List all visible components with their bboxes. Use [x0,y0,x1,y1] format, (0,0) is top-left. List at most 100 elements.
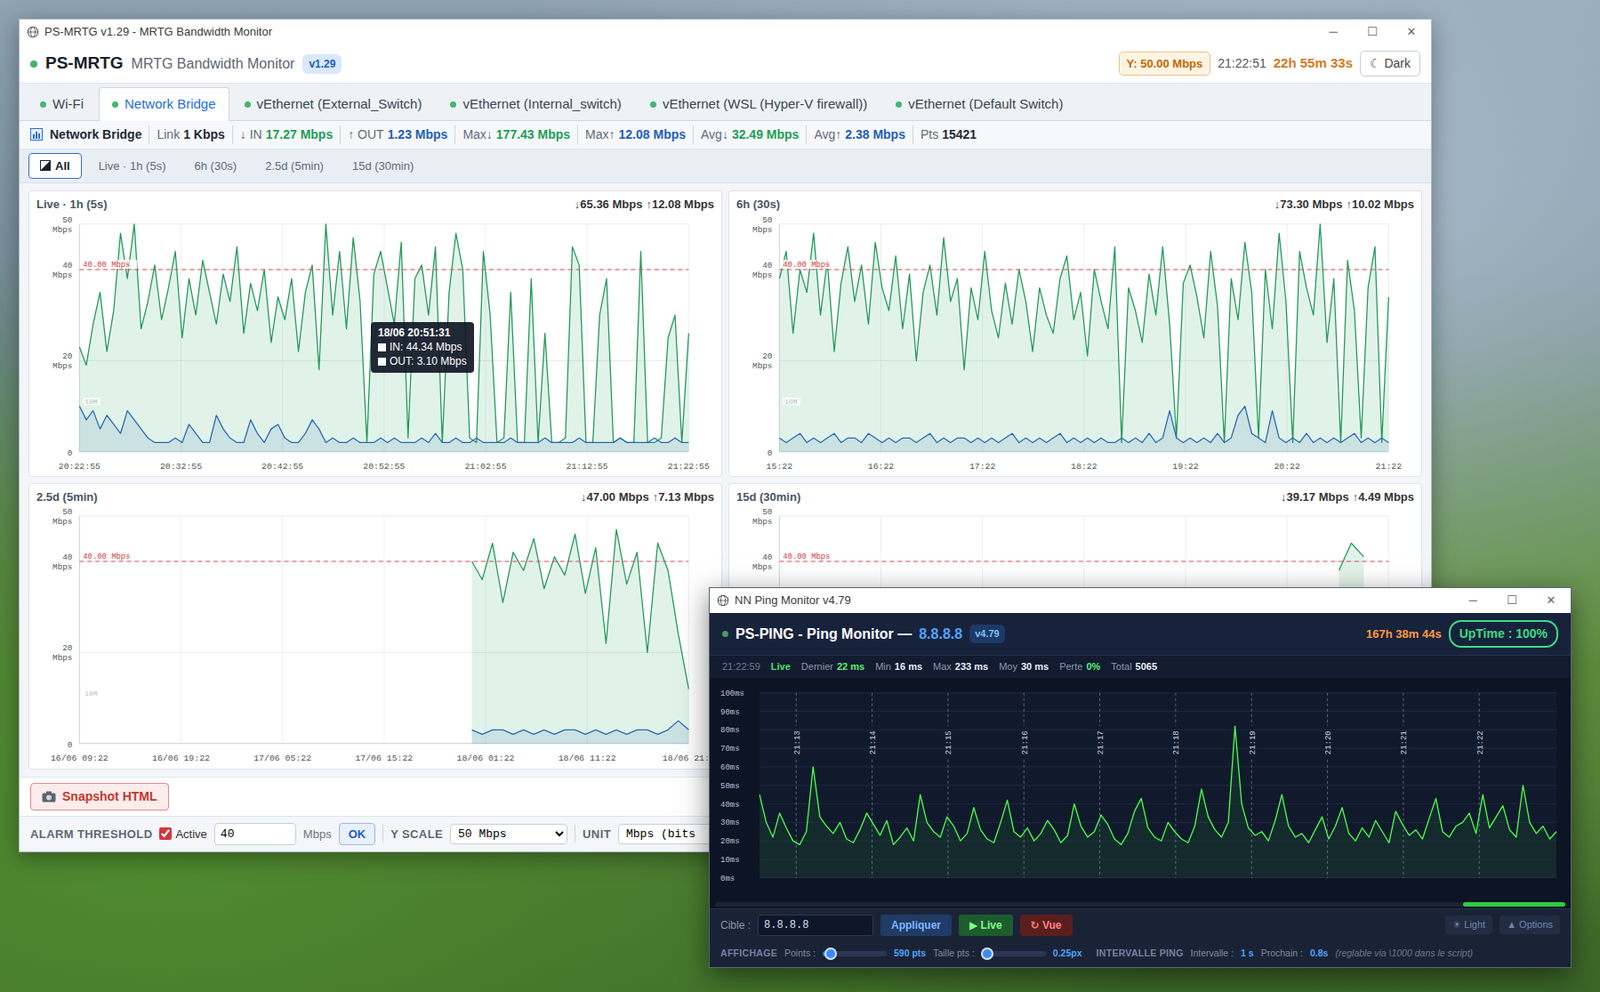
elapsed-time: 167h 38m 44s [1366,625,1442,644]
snapshot-button[interactable]: Snapshot HTML [30,782,169,811]
view-button[interactable]: 15d (30min) [340,152,426,180]
maximize-button[interactable]: ☐ [1492,587,1532,613]
minimize-button[interactable]: ─ [1313,19,1353,45]
status-dot [722,630,729,637]
minute-marker [1402,691,1404,725]
target-host: 8.8.8.8 [918,623,963,645]
minute-marker [947,691,949,725]
y-tick-label: 50 [62,214,73,225]
view-label: 6h (30s) [194,157,238,176]
history-scrollbar[interactable] [709,900,1571,909]
stat-value: 17.27 Mbps [265,125,333,145]
stat-item: ↓ IN17.27 Mbps [232,125,333,145]
desktop: PS-MRTG v1.29 - MRTG Bandwidth Monitor ─… [0,0,1600,992]
maximize-button[interactable]: ☐ [1352,19,1392,45]
y-tick-label: 40 [62,552,73,563]
threshold-line [779,561,1389,563]
app-title: PS-PING - Ping Monitor — [735,623,912,645]
x-tick-label: 18:22 [1070,461,1098,472]
points-slider[interactable] [822,950,887,957]
stats-bar: 21:22:59 Live Dernier22 msMin16 msMax233… [709,655,1571,678]
status-dot [895,101,902,108]
y-tick-label: 10ms [720,854,740,864]
in-series-line [1338,543,1364,571]
chart-peaks: ↓65.36 Mbps↑12.08 Mbps [574,195,715,214]
y-tick-label: 40 [762,552,773,563]
minimize-button[interactable]: ─ [1453,587,1493,613]
target-input[interactable] [757,914,874,936]
live-button[interactable]: ▶ Live [958,914,1014,936]
view-button[interactable]: 2.5d (5min) [253,152,336,180]
in-series-area [79,223,689,451]
view-label: Live · 1h (5s) [98,157,167,176]
view-button[interactable]: All [28,152,82,180]
app-header: PS-PING - Ping Monitor — 8.8.8.8 v4.79 1… [709,612,1571,656]
threshold-line [79,268,689,270]
interface-tab[interactable]: vEthernet (Internal_switch) [436,87,635,121]
interface-tab[interactable]: Network Bridge [98,87,230,121]
x-tick-label: 20:22 [1273,461,1301,472]
y-scale-select[interactable]: 50 Mbps [450,823,568,845]
y-tick-label: 40ms [720,799,740,809]
minute-label: 21:15 [944,730,954,755]
y-tick-label: 60ms [720,762,740,772]
next-value: 0.8s [1310,946,1328,961]
minute-marker [871,691,873,725]
stat-value: 0% [1085,659,1101,675]
theme-button[interactable]: ☾ Dark [1359,50,1421,77]
interface-tab[interactable]: vEthernet (WSL (Hyper-V firewall)) [636,87,881,121]
minute-marker [1251,691,1253,725]
minute-marker [1326,691,1328,725]
view-button[interactable]: Live · 1h (5s) [87,152,178,180]
view-button[interactable]: ↻ Vue [1020,914,1073,936]
active-checkbox[interactable] [159,827,172,840]
stat-item: Max↑12.08 Mbps [577,125,686,145]
minute-marker [795,691,797,725]
threshold-input[interactable] [214,822,297,846]
stat-label: Min [875,659,892,675]
stat-item: Total5065 [1110,659,1158,675]
light-button[interactable]: ☀ Light [1445,915,1493,934]
tab-label: vEthernet (Internal_switch) [462,94,621,115]
interface-tab[interactable]: vEthernet (External_Switch) [231,87,436,121]
view-button[interactable]: 6h (30s) [183,152,250,180]
chart-title: Live · 1h (5s) [36,195,107,214]
scroll-thumb[interactable] [1463,901,1566,907]
stat-item: Avg↑2.38 Mbps [805,125,906,145]
unit-label: UNIT [582,825,612,844]
stat-label: Moy [998,659,1018,675]
bandwidth-chart: 40.00 Mbps10M50Mbps40Mbps20Mbps016/06 09… [29,505,722,768]
bandwidth-chart: 40.00 Mbps10M50Mbps40Mbps20Mbps015:2216:… [729,213,1422,476]
status-dot [450,101,457,108]
interface-tab[interactable]: Wi-Fi [26,87,97,121]
y-tick-label: 0 [67,447,73,458]
y-tick-label: 80ms [720,725,740,735]
app-subtitle: MRTG Bandwidth Monitor [131,53,296,75]
size-value: 0.25px [1053,946,1083,961]
apply-button[interactable]: Appliquer [880,914,952,936]
x-tick-label: 20:42:55 [261,461,304,472]
options-button[interactable]: ▲ Options [1499,915,1560,934]
stat-value: 5065 [1135,659,1158,675]
in-series-line [779,223,1389,443]
close-button[interactable]: ✕ [1531,587,1571,613]
active-toggle[interactable]: Active [159,825,207,844]
globe-icon [26,25,40,39]
y-tick-label: 20 [62,643,73,654]
peak-in: ↓73.30 Mbps [1274,195,1343,214]
close-button[interactable]: ✕ [1391,19,1432,45]
minute-marker [1174,691,1176,725]
x-tick-label: 20:22:55 [58,461,101,472]
chart-header: Live · 1h (5s) ↓65.36 Mbps↑12.08 Mbps [29,191,722,214]
chart-icon [30,128,43,141]
interface-tab[interactable]: vEthernet (Default Switch) [882,87,1077,121]
size-slider[interactable] [981,950,1046,957]
minute-marker [1023,691,1025,725]
uptime: 22h 55m 33s [1273,53,1353,74]
x-tick-label: 17/06 05:22 [253,754,312,764]
ok-button[interactable]: OK [338,822,377,846]
chart-peaks: ↓73.30 Mbps↑10.02 Mbps [1274,195,1415,214]
tab-label: vEthernet (WSL (Hyper-V firewall)) [662,94,868,115]
peak-out: ↑7.13 Mbps [652,488,715,507]
stat-item: Max↓177.43 Mbps [454,125,571,145]
